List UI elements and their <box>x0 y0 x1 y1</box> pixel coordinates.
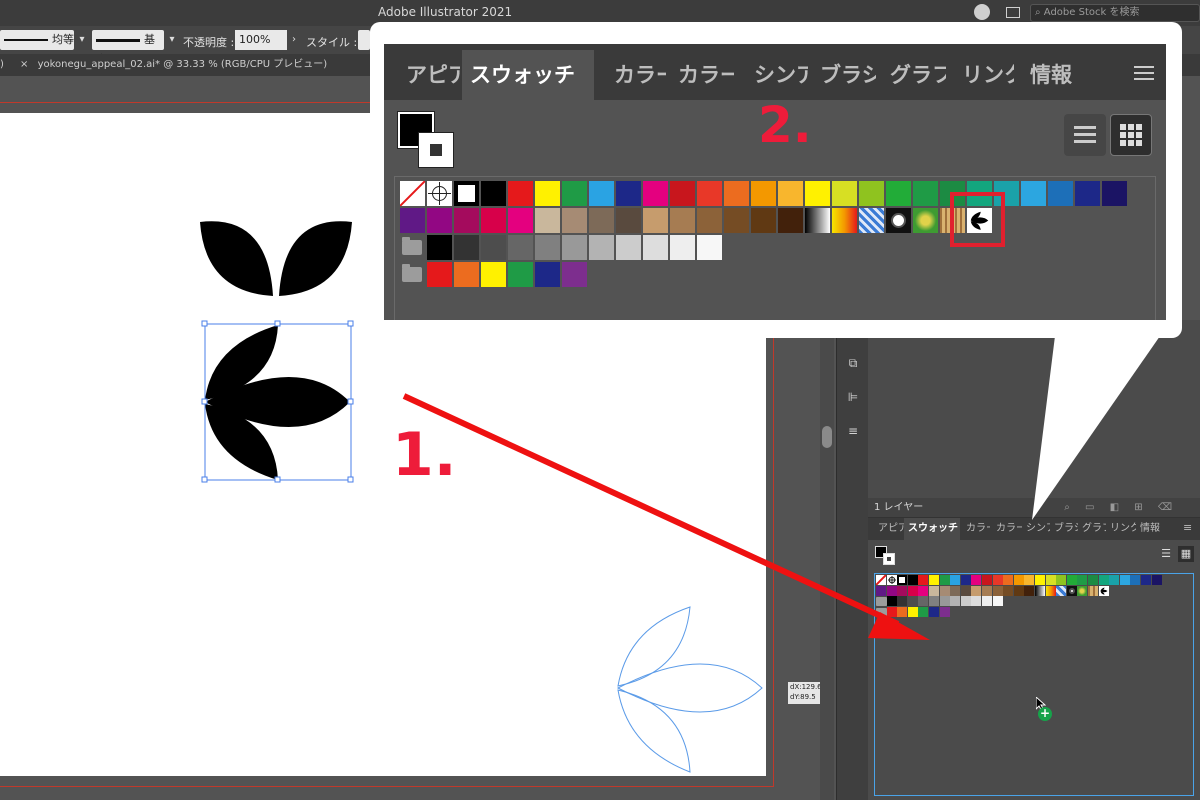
swatch[interactable] <box>859 208 884 233</box>
swatch[interactable] <box>427 181 452 206</box>
swatch[interactable] <box>589 208 614 233</box>
tab-swatches[interactable]: スウォッチ <box>462 50 594 100</box>
swatch[interactable] <box>427 262 452 287</box>
stroke-indicator[interactable] <box>418 132 454 168</box>
tab-color[interactable]: カラー <box>606 50 666 100</box>
swatch[interactable] <box>670 235 695 260</box>
swatch[interactable] <box>859 181 884 206</box>
swatch[interactable] <box>562 235 587 260</box>
swatch[interactable] <box>778 208 803 233</box>
swatch[interactable] <box>562 262 587 287</box>
swatch[interactable] <box>481 181 506 206</box>
swatch[interactable] <box>481 262 506 287</box>
tab-graphic-styles[interactable]: グラフ <box>882 50 946 100</box>
swatch[interactable] <box>400 181 425 206</box>
list-view-icon[interactable] <box>1064 114 1106 156</box>
swatch[interactable] <box>886 181 911 206</box>
grid-view-icon[interactable] <box>1110 114 1152 156</box>
swatch[interactable] <box>616 181 641 206</box>
swatch[interactable] <box>481 208 506 233</box>
tab-info[interactable]: 情報 <box>1022 50 1092 100</box>
swatch[interactable] <box>508 208 533 233</box>
swatch[interactable] <box>454 235 479 260</box>
swatch[interactable] <box>1048 181 1073 206</box>
swatch[interactable] <box>886 208 911 233</box>
swatch[interactable] <box>562 208 587 233</box>
swatch[interactable] <box>1021 181 1046 206</box>
swatch[interactable] <box>832 208 857 233</box>
swatch[interactable] <box>751 181 776 206</box>
tab-links[interactable]: リンク <box>954 50 1014 100</box>
swatch[interactable] <box>697 235 722 260</box>
swatch[interactable] <box>805 181 830 206</box>
swatch[interactable] <box>454 262 479 287</box>
swatch[interactable] <box>454 181 479 206</box>
panel-menu-icon[interactable] <box>1134 66 1154 80</box>
swatch[interactable] <box>751 208 776 233</box>
swatch[interactable] <box>589 181 614 206</box>
swatch[interactable] <box>427 235 452 260</box>
swatch[interactable] <box>1075 181 1100 206</box>
swatch[interactable] <box>508 235 533 260</box>
swatch[interactable] <box>913 208 938 233</box>
swatch[interactable] <box>778 181 803 206</box>
swatch[interactable] <box>832 181 857 206</box>
swatch[interactable] <box>643 235 668 260</box>
swatch[interactable] <box>400 208 425 233</box>
swatch[interactable] <box>427 208 452 233</box>
swatch[interactable] <box>616 208 641 233</box>
swatch[interactable] <box>724 208 749 233</box>
folder-icon[interactable] <box>402 237 422 255</box>
swatch[interactable] <box>697 181 722 206</box>
tab-appearance[interactable]: アピア <box>398 50 460 100</box>
swatch[interactable] <box>805 208 830 233</box>
swatch[interactable] <box>724 181 749 206</box>
swatch[interactable] <box>481 235 506 260</box>
illustrator-window: Adobe Illustrator 2021 ⌕ Adobe Stock を検索… <box>0 0 1200 800</box>
swatch[interactable] <box>535 235 560 260</box>
swatch[interactable] <box>535 262 560 287</box>
swatch[interactable] <box>508 181 533 206</box>
folder-icon[interactable] <box>402 264 422 282</box>
swatch[interactable] <box>697 208 722 233</box>
zoomed-tab-bar: アピア スウォッチ カラー カラー シンア ブラシ グラフ リンク 情報 <box>384 44 1166 100</box>
swatch[interactable] <box>643 208 668 233</box>
swatch[interactable] <box>535 208 560 233</box>
swatch[interactable] <box>616 235 641 260</box>
tab-color-guide[interactable]: カラー <box>670 50 734 100</box>
swatch[interactable] <box>562 181 587 206</box>
new-swatch-highlight <box>950 192 1005 247</box>
tab-symbols[interactable]: シンア <box>746 50 808 100</box>
swatch[interactable] <box>535 181 560 206</box>
swatch[interactable] <box>670 208 695 233</box>
swatch[interactable] <box>454 208 479 233</box>
tab-brushes[interactable]: ブラシ <box>812 50 876 100</box>
swatch[interactable] <box>1102 181 1127 206</box>
step-1-label: 1. <box>392 420 457 490</box>
swatch[interactable] <box>508 262 533 287</box>
swatch[interactable] <box>589 235 614 260</box>
swatch[interactable] <box>670 181 695 206</box>
swatch[interactable] <box>913 181 938 206</box>
swatch[interactable] <box>643 181 668 206</box>
step-2-label: 2. <box>758 96 812 154</box>
